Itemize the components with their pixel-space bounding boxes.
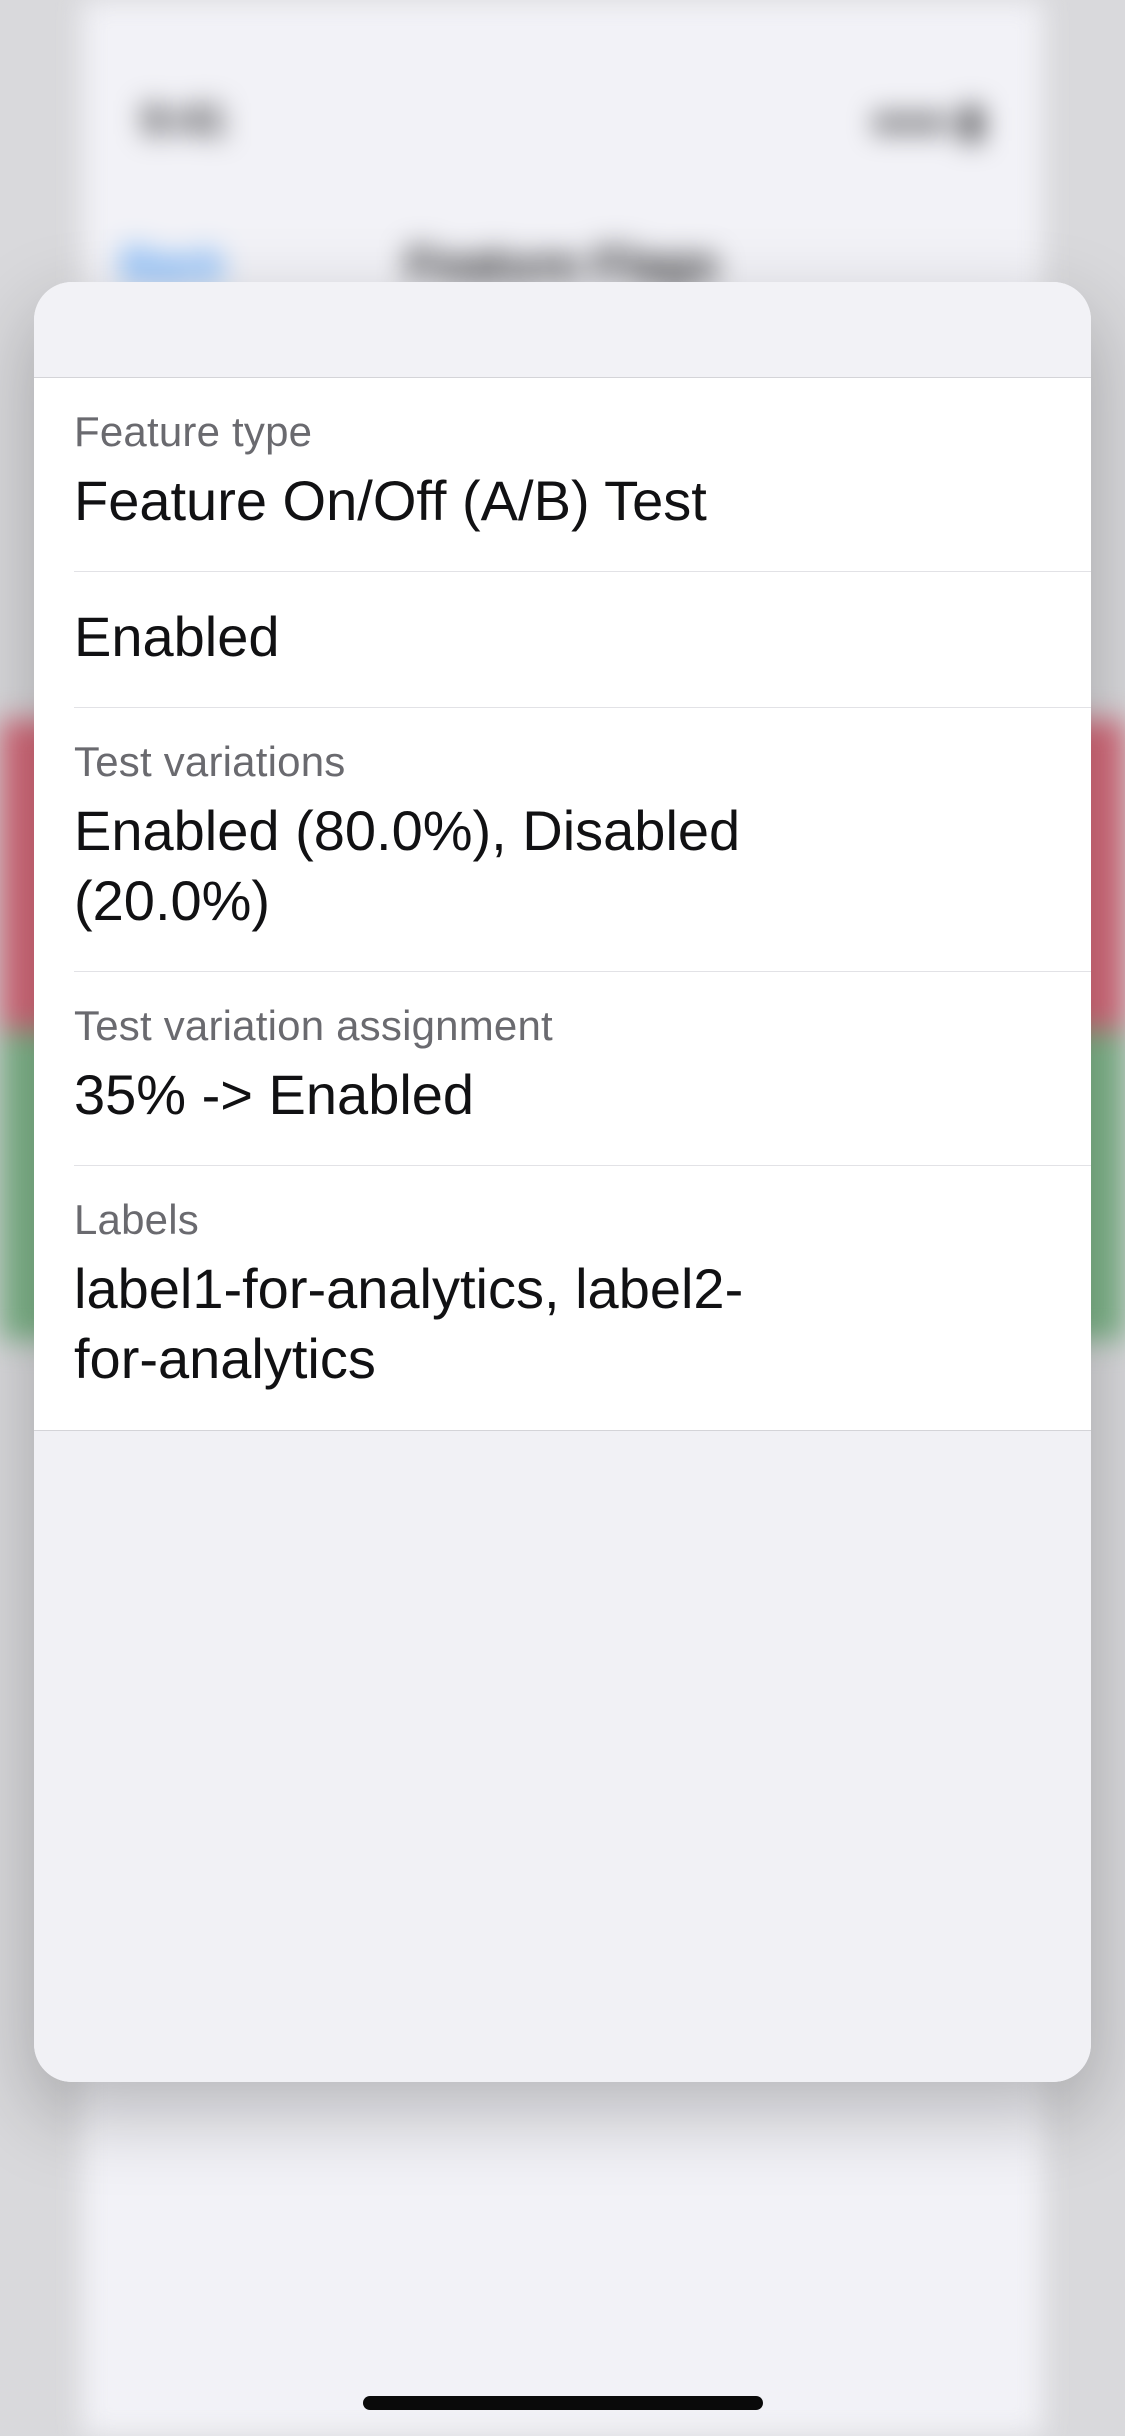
detail-sheet[interactable]: Feature type Feature On/Off (A/B) Test E… (34, 282, 1091, 2082)
row-test-variations[interactable]: Test variations Enabled (80.0%), Disable… (34, 708, 1091, 972)
row-label: Feature type (74, 408, 1051, 456)
row-label: Test variation assignment (74, 1002, 1051, 1050)
status-time: 9:41 (142, 96, 226, 144)
row-value: Enabled (74, 602, 774, 672)
row-value: 35% -> Enabled (74, 1060, 774, 1130)
row-label: Test variations (74, 738, 1051, 786)
row-feature-type[interactable]: Feature type Feature On/Off (A/B) Test (34, 378, 1091, 572)
status-indicators: ●●● ▮ (872, 96, 983, 145)
row-labels[interactable]: Labels label1-for-analytics, label2-for-… (34, 1166, 1091, 1430)
row-value: Feature On/Off (A/B) Test (74, 466, 774, 536)
row-value: Enabled (80.0%), Disabled (20.0%) (74, 796, 774, 936)
status-bar: 9:41 ●●● ▮ (82, 60, 1043, 180)
detail-list: Feature type Feature On/Off (A/B) Test E… (34, 378, 1091, 1431)
sheet-grabber-area[interactable] (34, 282, 1091, 378)
row-variation-assignment[interactable]: Test variation assignment 35% -> Enabled (34, 972, 1091, 1166)
row-enabled[interactable]: Enabled (34, 572, 1091, 708)
home-indicator[interactable] (363, 2396, 763, 2410)
row-label: Labels (74, 1196, 1051, 1244)
sheet-body: Feature type Feature On/Off (A/B) Test E… (34, 378, 1091, 2082)
row-value: label1-for-analytics, label2-for-analyti… (74, 1254, 774, 1394)
